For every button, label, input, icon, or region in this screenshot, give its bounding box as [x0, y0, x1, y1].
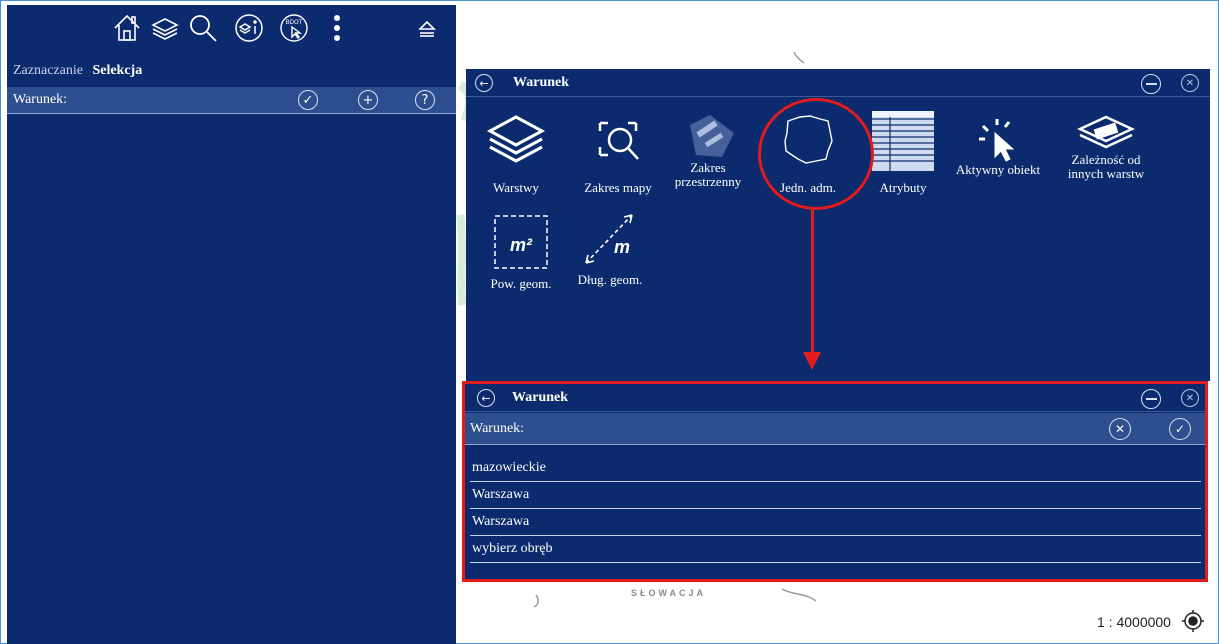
attribute-table-icon — [872, 111, 934, 171]
area-icon: m² — [494, 215, 548, 269]
minimize-icon[interactable] — [1141, 389, 1161, 409]
tool-pow-geom[interactable]: m² Pow. geom. — [481, 213, 561, 291]
toolbar: BDOT — [7, 5, 456, 57]
tool-zaleznosc[interactable]: Zależność od innych warstw — [1060, 113, 1152, 181]
tool-zakres-mapy[interactable]: Zakres mapy — [572, 111, 664, 195]
clear-icon[interactable]: ✕ — [1109, 418, 1131, 440]
add-condition-button[interactable]: + — [358, 90, 378, 110]
tool-label: Zależność od innych warstw — [1067, 152, 1145, 181]
minimize-icon[interactable] — [1141, 74, 1161, 94]
info-layers-icon[interactable] — [232, 11, 266, 45]
tool-atrybuty[interactable]: Atrybuty — [857, 111, 949, 195]
home-icon[interactable] — [110, 11, 144, 45]
tool-zakres-przestrzenny[interactable]: Zakres przestrzenny — [662, 111, 754, 189]
tool-label: Aktywny obiekt — [955, 162, 1041, 177]
tool-label: Zakres mapy — [584, 180, 652, 195]
tool-label: Jedn. adm. — [780, 180, 836, 195]
poland-map-icon — [784, 115, 833, 164]
more-vertical-icon[interactable] — [320, 11, 354, 45]
condition-values-dialog: ← Warunek ✕ Warunek: ✕ ✓ mazowieckie War… — [462, 381, 1208, 582]
bdot-label: BDOT — [286, 20, 303, 26]
zoom-extent-icon — [598, 121, 639, 160]
back-icon[interactable]: ← — [477, 389, 495, 407]
dialog-header: ← Warunek ✕ — [466, 69, 1210, 97]
confirm-icon[interactable]: ✓ — [1169, 418, 1191, 440]
search-icon[interactable] — [186, 11, 220, 45]
eject-icon[interactable] — [415, 17, 439, 41]
list-item[interactable]: Warszawa — [470, 482, 1201, 509]
condition-label: Warunek: — [470, 421, 525, 436]
layers-icon[interactable] — [148, 11, 182, 45]
tool-label: Pow. geom. — [490, 276, 552, 291]
back-icon[interactable]: ← — [475, 74, 493, 92]
close-icon[interactable]: ✕ — [1181, 389, 1199, 407]
tool-label: Dług. geom. — [577, 272, 643, 287]
tool-label: Atrybuty — [879, 180, 927, 195]
list-item[interactable]: mazowieckie — [470, 455, 1201, 482]
length-symbol: m — [614, 237, 630, 257]
map-scale: 1 : 4000000 — [1097, 614, 1171, 630]
locate-icon[interactable] — [1181, 609, 1205, 633]
condition-bar: Warunek: ✓ + ? — [7, 87, 456, 114]
list-item[interactable]: Warszawa — [470, 509, 1201, 536]
tool-label: Warstwy — [493, 180, 539, 195]
annotation-arrow — [811, 210, 814, 358]
length-icon: m — [585, 214, 633, 264]
list-item[interactable]: wybierz obręb — [470, 536, 1201, 563]
country-label: SŁOWACJA — [631, 588, 707, 598]
active-object-icon — [979, 119, 1015, 162]
dialog-title: Warunek — [513, 75, 570, 90]
dialog-title: Warunek — [512, 390, 569, 405]
tab-zaznaczanie[interactable]: Zaznaczanie — [13, 63, 83, 78]
tool-aktywny-obiekt[interactable]: Aktywny obiekt — [952, 117, 1044, 177]
close-icon[interactable]: ✕ — [1181, 74, 1199, 92]
help-button[interactable]: ? — [415, 90, 435, 110]
tool-dlug-geom[interactable]: m Dług. geom. — [564, 207, 656, 287]
tab-selekcja[interactable]: Selekcja — [92, 63, 142, 78]
left-panel: BDOT Zaznaczanie Selekcja Warunek: ✓ + ? — [7, 5, 456, 644]
layer-dependency-icon — [1077, 115, 1135, 149]
layers-icon — [486, 115, 546, 163]
condition-label: Warunek: — [13, 92, 68, 107]
tool-warstwy[interactable]: Warstwy — [470, 111, 562, 195]
annotation-arrow-head — [803, 352, 821, 370]
confirm-button[interactable]: ✓ — [298, 90, 318, 110]
spatial-extent-icon — [690, 115, 734, 157]
panel-tabs: Zaznaczanie Selekcja — [13, 63, 148, 79]
bdot-select-icon[interactable]: BDOT — [277, 11, 311, 45]
condition-dialog: ← Warunek ✕ Warstwy Zakres mapy Zakres p… — [466, 69, 1210, 381]
dialog-header: ← Warunek ✕ — [465, 384, 1205, 412]
tool-label: Zakres przestrzenny — [674, 160, 742, 189]
area-symbol: m² — [510, 235, 533, 255]
tool-jedn-adm[interactable]: Jedn. adm. — [762, 111, 854, 195]
condition-bar: Warunek: ✕ ✓ — [465, 413, 1205, 445]
